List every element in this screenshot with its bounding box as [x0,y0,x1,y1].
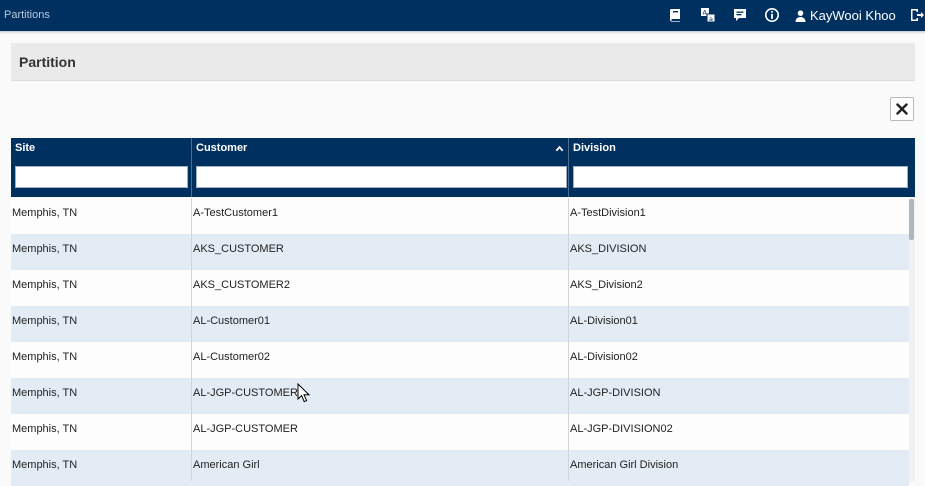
column-header-site[interactable]: Site [11,138,192,197]
site-cell: Memphis, TN [12,243,78,255]
division-filter-input[interactable] [573,166,908,188]
division-cell: AL-Division02 [570,351,638,363]
table-row[interactable]: Memphis, TN AL-Customer02 AL-Division02 [11,342,909,378]
division-cell: A-TestDivision1 [570,207,646,219]
column-header-customer[interactable]: Customer [192,138,569,197]
site-cell: Memphis, TN [12,423,78,435]
close-button[interactable] [890,97,914,121]
column-divider [191,198,192,481]
user-name: KayWooi Khoo [810,8,896,23]
table-row[interactable]: Memphis, TN AKS_CUSTOMER AKS_DIVISION [11,234,909,270]
site-cell: Memphis, TN [12,387,78,399]
customer-cell: AKS_CUSTOMER [193,243,284,255]
table-row[interactable]: Memphis, TN AKS_CUSTOMER2 AKS_Division2 [11,270,909,306]
site-filter-input[interactable] [15,166,188,188]
column-header-label: Site [15,142,36,154]
mouse-pointer-icon [297,383,311,403]
page-title: Partition [19,54,76,70]
grid-body: Memphis, TN A-TestCustomer1 A-TestDivisi… [11,198,909,486]
site-cell: Memphis, TN [12,279,78,291]
division-cell: AL-JGP-DIVISION02 [570,423,673,435]
division-cell: AL-Division01 [570,315,638,327]
table-row[interactable]: Memphis, TN AL-JGP-CUSTOMER AL-JGP-DIVIS… [11,414,909,450]
info-icon[interactable] [764,7,780,23]
customer-cell: AL-Customer01 [193,315,271,327]
svg-text:a: a [709,15,713,23]
close-icon [896,103,908,115]
customer-filter-input[interactable] [196,166,567,188]
user-menu[interactable]: KayWooi Khoo [795,7,896,24]
column-header-division[interactable]: Division [569,138,915,197]
grid-header: Site Customer Division [11,138,915,197]
division-cell: AL-JGP-DIVISION [570,387,661,399]
translate-icon[interactable]: A a [700,7,716,23]
column-header-label: Customer [196,142,248,154]
comment-icon[interactable] [732,7,748,23]
customer-cell: AL-JGP-CUSTOMER [193,387,298,399]
logout-icon[interactable] [909,7,925,23]
column-header-label: Division [573,142,616,154]
site-cell: Memphis, TN [12,315,78,327]
customer-cell: AL-JGP-CUSTOMER [193,423,298,435]
division-cell: AKS_DIVISION [570,243,647,255]
top-navbar: Partitions A a KayWooi Khoo [0,0,925,31]
sort-ascending-icon[interactable] [555,144,564,153]
book-icon[interactable] [668,7,684,23]
table-row[interactable]: Memphis, TN A-TestCustomer1 A-TestDivisi… [11,198,909,234]
breadcrumb[interactable]: Partitions [4,9,50,21]
site-cell: Memphis, TN [12,351,78,363]
division-cell: AKS_Division2 [570,279,643,291]
svg-text:A: A [703,9,708,17]
table-row[interactable]: Memphis, TN AL-Customer01 AL-Division01 [11,306,909,342]
customer-cell: AL-Customer02 [193,351,271,363]
customer-cell: A-TestCustomer1 [193,207,278,219]
column-divider [568,198,569,481]
table-row[interactable]: Memphis, TN AL-JGP-CUSTOMER AL-JGP-DIVIS… [11,378,909,414]
customer-cell: AKS_CUSTOMER2 [193,279,290,291]
scrollbar-track[interactable] [909,198,915,481]
navbar-shadow [0,31,925,34]
user-icon [795,9,806,22]
scrollbar-thumb[interactable] [909,199,914,240]
panel-header: Partition [11,43,915,81]
site-cell: Memphis, TN [12,207,78,219]
